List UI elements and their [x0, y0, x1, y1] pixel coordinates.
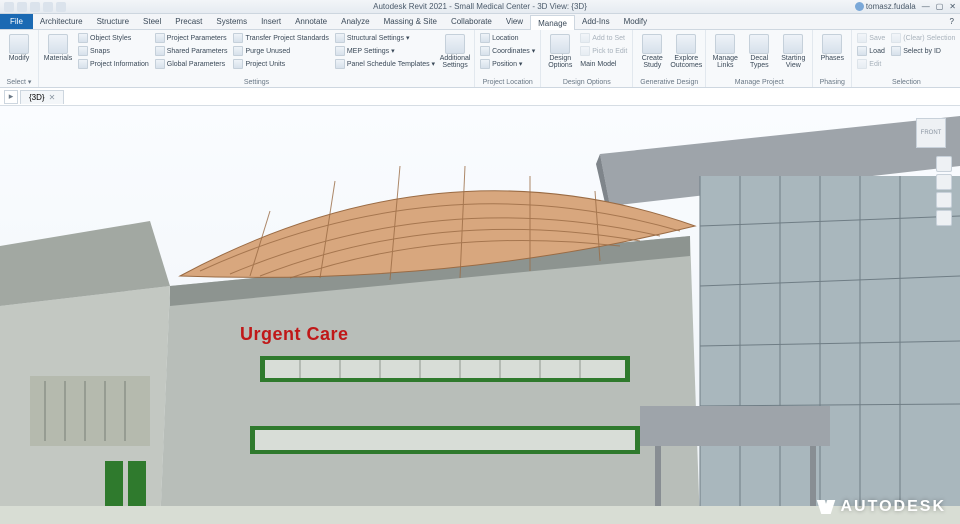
add-to-set-button: Add to Set	[578, 32, 629, 44]
panel-design-options: Design Options Add to Set Pick to Edit M…	[541, 30, 633, 87]
transfer-project-standards-button[interactable]: Transfer Project Standards	[231, 32, 330, 44]
qat-open-icon[interactable]	[56, 2, 66, 12]
user-chip[interactable]: tomasz.fudala	[855, 2, 916, 11]
main-model-select[interactable]: Main Model	[578, 58, 629, 70]
explore-outcomes-button[interactable]: Explore Outcomes	[670, 32, 702, 69]
ribbon: Modify Select ▾ Materials Object Styles …	[0, 30, 960, 88]
purge-unused-button[interactable]: Purge Unused	[231, 45, 330, 57]
tab-structure[interactable]: Structure	[90, 14, 136, 29]
gear-icon	[445, 34, 465, 54]
building-signage: Urgent Care	[240, 324, 349, 345]
starting-view-button[interactable]: Starting View	[777, 32, 809, 69]
mep-settings-button[interactable]: MEP Settings ▾	[333, 45, 437, 57]
project-units-button[interactable]: Project Units	[231, 58, 330, 70]
qat-undo-icon[interactable]	[17, 2, 27, 12]
decal-types-button[interactable]: Decal Types	[743, 32, 775, 69]
structural-settings-button[interactable]: Structural Settings ▾	[333, 32, 437, 44]
global-parameters-button[interactable]: Global Parameters	[153, 58, 230, 70]
tab-precast[interactable]: Precast	[168, 14, 209, 29]
tab-analyze[interactable]: Analyze	[334, 14, 376, 29]
design-options-button[interactable]: Design Options	[544, 32, 576, 69]
snaps-button[interactable]: Snaps	[76, 45, 151, 57]
phases-button[interactable]: Phases	[816, 32, 848, 62]
tab-systems[interactable]: Systems	[209, 14, 254, 29]
coordinates-button[interactable]: Coordinates ▾	[478, 45, 537, 57]
tab-view[interactable]: View	[499, 14, 530, 29]
3d-viewport[interactable]: Urgent Care FRONT AUTODESK	[0, 106, 960, 524]
tab-annotate[interactable]: Annotate	[288, 14, 334, 29]
steering-wheel-icon[interactable]	[936, 156, 952, 172]
help-icon[interactable]: ?	[944, 14, 960, 29]
project-parameters-button[interactable]: Project Parameters	[153, 32, 230, 44]
window-maximize-icon[interactable]: ▢	[936, 2, 944, 11]
autodesk-logo-icon	[817, 498, 835, 516]
pin-icon	[480, 33, 490, 43]
avatar-icon	[855, 2, 864, 11]
view-cube-face[interactable]: FRONT	[916, 118, 946, 148]
cursor-icon	[9, 34, 29, 54]
panel-project-location: Location Coordinates ▾ Position ▾ Projec…	[475, 30, 541, 87]
project-browser-expand[interactable]: ▸	[4, 90, 18, 104]
window-title: Autodesk Revit 2021 - Small Medical Cent…	[373, 2, 587, 11]
view-cube[interactable]: FRONT	[914, 116, 948, 150]
pick-to-edit-button: Pick to Edit	[578, 45, 629, 57]
navigation-bar	[936, 156, 954, 228]
tab-collaborate[interactable]: Collaborate	[444, 14, 499, 29]
orbit-icon[interactable]	[936, 210, 952, 226]
manage-links-button[interactable]: Manage Links	[709, 32, 741, 69]
autodesk-watermark: AUTODESK	[817, 498, 947, 516]
title-bar: Autodesk Revit 2021 - Small Medical Cent…	[0, 0, 960, 14]
window-minimize-icon[interactable]: —	[922, 2, 930, 11]
clear-selection-button: (Clear) Selection	[889, 32, 957, 44]
tab-insert[interactable]: Insert	[254, 14, 288, 29]
additional-settings-button[interactable]: Additional Settings	[439, 32, 471, 69]
edit-selection-button: Edit	[855, 58, 887, 70]
tab-addins[interactable]: Add-Ins	[575, 14, 617, 29]
file-tab[interactable]: File	[0, 14, 33, 29]
user-name: tomasz.fudala	[866, 2, 916, 11]
panel-settings: Materials Object Styles Snaps Project In…	[39, 30, 475, 87]
close-tab-icon[interactable]: ✕	[49, 93, 56, 102]
modify-button[interactable]: Modify	[3, 32, 35, 62]
tab-architecture[interactable]: Architecture	[33, 14, 90, 29]
building-model	[0, 106, 960, 524]
object-styles-button[interactable]: Object Styles	[76, 32, 151, 44]
position-button[interactable]: Position ▾	[478, 58, 537, 70]
shared-parameters-button[interactable]: Shared Parameters	[153, 45, 230, 57]
quick-access-toolbar	[4, 2, 66, 12]
save-selection-button: Save	[855, 32, 887, 44]
location-button[interactable]: Location	[478, 32, 537, 44]
panel-manage-project: Manage Links Decal Types Starting View M…	[706, 30, 813, 87]
ribbon-tabs: File Architecture Structure Steel Precas…	[0, 14, 960, 30]
zoom-icon[interactable]	[936, 192, 952, 208]
panel-selection: Save Load Edit (Clear) Selection Select …	[852, 30, 960, 87]
create-study-button[interactable]: Create Study	[636, 32, 668, 69]
tab-manage[interactable]: Manage	[530, 15, 575, 30]
materials-button[interactable]: Materials	[42, 32, 74, 62]
project-information-button[interactable]: Project Information	[76, 58, 151, 70]
materials-icon	[48, 34, 68, 54]
qat-redo-icon[interactable]	[30, 2, 40, 12]
pan-icon[interactable]	[936, 174, 952, 190]
panel-schedule-templates-button[interactable]: Panel Schedule Templates ▾	[333, 58, 437, 70]
tab-modify[interactable]: Modify	[617, 14, 655, 29]
tab-steel[interactable]: Steel	[136, 14, 168, 29]
qat-save-icon[interactable]	[4, 2, 14, 12]
window-close-icon[interactable]: ✕	[949, 2, 956, 11]
panel-phasing: Phases Phasing	[813, 30, 852, 87]
panel-generative-design: Create Study Explore Outcomes Generative…	[633, 30, 706, 87]
load-selection-button[interactable]: Load	[855, 45, 887, 57]
tab-massing-site[interactable]: Massing & Site	[377, 14, 444, 29]
document-tab-bar: ▸ {3D} ✕	[0, 88, 960, 106]
panel-select: Modify Select ▾	[0, 30, 39, 87]
qat-print-icon[interactable]	[43, 2, 53, 12]
doc-tab-3d[interactable]: {3D} ✕	[20, 90, 64, 104]
select-by-id-button[interactable]: Select by ID	[889, 45, 957, 57]
